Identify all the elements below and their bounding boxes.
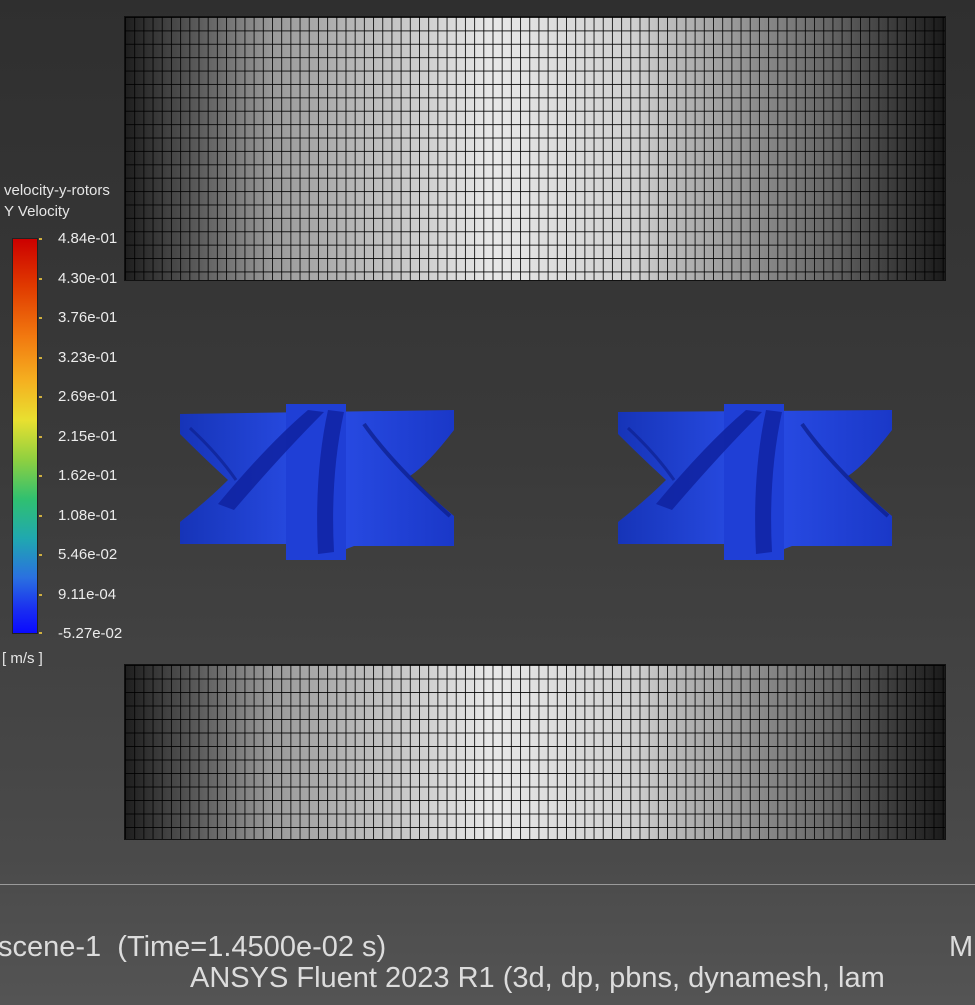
colorbar-tick-label: 4.84e-01 <box>58 230 118 247</box>
footer-right-label: M <box>949 931 974 963</box>
colorbar-tick-label: 3.76e-01 <box>58 309 118 326</box>
graphics-viewport[interactable]: velocity-y-rotors Y Velocity 4.84e-01 4.… <box>0 0 975 1005</box>
right-rotor <box>618 404 892 560</box>
colorbar-tick-label: 2.69e-01 <box>58 388 118 405</box>
colorbar-tick-label: 1.62e-01 <box>58 467 118 484</box>
colorbar-tick-label: -5.27e-02 <box>58 625 123 642</box>
colorbar-tick <box>39 436 42 438</box>
colorbar-tick <box>39 357 42 359</box>
legend-units: [ m/s ] <box>2 650 43 667</box>
footer-divider <box>0 884 975 885</box>
scene-time-label: scene-1 (Time=1.4500e-02 s) <box>0 931 387 963</box>
legend-subtitle: Y Velocity <box>4 203 70 220</box>
colorbar-tick-label: 9.11e-04 <box>58 586 117 603</box>
colorbar-tick-label: 3.23e-01 <box>58 349 118 366</box>
colorbar-tick <box>39 317 42 319</box>
colorbar-tick-label: 1.08e-01 <box>58 507 118 524</box>
colorbar[interactable] <box>12 238 38 634</box>
colorbar-tick <box>39 515 42 517</box>
colorbar-tick <box>39 632 42 634</box>
solver-info-label: ANSYS Fluent 2023 R1 (3d, dp, pbns, dyna… <box>190 962 885 994</box>
colorbar-tick <box>39 396 42 398</box>
top-mesh-surface <box>124 16 946 281</box>
colorbar-tick-label: 5.46e-02 <box>58 546 118 563</box>
colorbar-tick-label: 4.30e-01 <box>58 270 118 287</box>
colorbar-tick <box>39 278 42 280</box>
colorbar-tick <box>39 554 42 556</box>
colorbar-tick <box>39 238 42 240</box>
colorbar-tick <box>39 475 42 477</box>
left-rotor <box>180 404 454 560</box>
legend-title: velocity-y-rotors <box>4 182 110 199</box>
bottom-mesh-surface <box>124 664 946 840</box>
colorbar-tick <box>39 594 42 596</box>
colorbar-tick-label: 2.15e-01 <box>58 428 118 445</box>
